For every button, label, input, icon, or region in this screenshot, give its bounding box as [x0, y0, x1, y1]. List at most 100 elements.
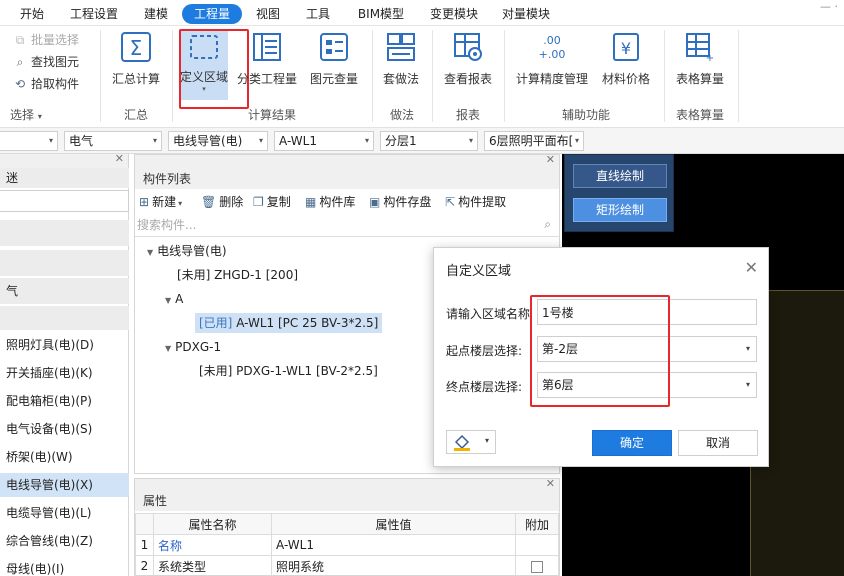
component-type-dropdown[interactable]: 电线导管(电) ▾: [168, 131, 268, 151]
component-library-button[interactable]: ▦ 构件库: [305, 193, 355, 211]
component-store-button[interactable]: ▣ 构件存盘: [369, 193, 431, 211]
drawing-dropdown[interactable]: 6层照明平面布[▾: [484, 131, 584, 151]
menu-project-settings[interactable]: 工程设置: [64, 4, 124, 24]
menu-start[interactable]: 开始: [12, 4, 52, 24]
close-icon[interactable]: ✕: [115, 152, 124, 165]
layer-dropdown[interactable]: 分层1 ▾: [380, 131, 478, 151]
input-highlight: [530, 295, 670, 407]
nav-electrical-group[interactable]: 气: [0, 278, 129, 304]
library-icon: ▦: [305, 195, 317, 209]
menu-change-module[interactable]: 变更模块: [424, 4, 484, 24]
svg-text:+.00: +.00: [539, 48, 566, 61]
apply-method-button[interactable]: 套做法: [380, 30, 422, 96]
menu-bim-model[interactable]: BIM模型: [350, 4, 412, 24]
trash-icon: 🗑: [201, 195, 217, 209]
table-header-index: [135, 513, 154, 535]
nav-item-busbar[interactable]: 母线(电)(I): [0, 557, 129, 576]
search-icon[interactable]: ⌕: [544, 217, 551, 232]
copy-component-button[interactable]: ❐ 复制: [253, 193, 291, 211]
pick-icon: ⟲: [14, 77, 26, 91]
precision-management-button[interactable]: .00 +.00 计算精度管理: [512, 30, 592, 96]
collapse-icon[interactable]: ▼: [165, 296, 171, 305]
rect-draw-button[interactable]: 矩形绘制: [573, 198, 667, 222]
tree-node-root[interactable]: ▼ 电线导管(电): [147, 241, 227, 261]
property-value[interactable]: A-WL1: [271, 534, 516, 556]
chevron-down-icon: ▾: [258, 136, 263, 145]
row-number: 2: [135, 555, 154, 576]
nav-item-cable-conduit[interactable]: 电缆导管(电)(L): [0, 501, 129, 525]
fill-color-button[interactable]: ▾: [446, 430, 496, 454]
confirm-button[interactable]: 确定: [592, 430, 672, 456]
new-icon: ⊞: [139, 195, 150, 209]
tree-node-pdxg-wl1[interactable]: [未用] PDXG-1-WL1 [BV-2*2.5]: [199, 361, 378, 381]
category-quantity-button[interactable]: 分类工程量: [236, 30, 298, 96]
tree-node-group-a[interactable]: ▼ A: [165, 289, 183, 309]
nav-item-switch-socket[interactable]: 开关插座(电)(K): [0, 361, 129, 385]
nav-item-lighting[interactable]: 照明灯具(电)(D): [0, 333, 129, 357]
nav-item-combined-pipeline[interactable]: 综合管线(电)(Z): [0, 529, 129, 553]
tree-node-pdxg[interactable]: ▼ PDXG-1: [165, 337, 221, 357]
menu-view[interactable]: 视图: [250, 4, 286, 24]
menu-modeling[interactable]: 建模: [136, 4, 176, 24]
panel-header: ✕: [0, 152, 128, 168]
extra-cell: [515, 555, 559, 576]
nav-item-cable-tray[interactable]: 桥架(电)(W): [0, 445, 129, 469]
table-row[interactable]: 1 名称 A-WL1: [135, 534, 559, 556]
nav-partial-header: 迷: [0, 168, 129, 188]
aux-group-label: 辅助功能: [562, 108, 611, 122]
pick-component-button[interactable]: ⟲ 拾取构件: [12, 74, 79, 94]
precision-icon: .00+.00: [539, 34, 566, 61]
material-price-button[interactable]: ¥ 材料价格: [598, 30, 654, 96]
divider: [100, 30, 101, 122]
nav-item-wire-conduit[interactable]: 电线导管(电)(X): [0, 473, 129, 497]
component-list-title: 构件列表: [135, 169, 559, 189]
component-search-bar: ⌕: [135, 215, 559, 237]
view-report-button[interactable]: 查看报表: [440, 30, 496, 96]
menu-quantity[interactable]: 工程量: [182, 4, 242, 24]
tree-node-awl1[interactable]: [已用] A-WL1 [PC 25 BV-3*2.5]: [195, 313, 383, 333]
new-component-button[interactable]: ⊞ 新建 ▾: [139, 193, 182, 211]
tree-node-zhgd[interactable]: [未用] ZHGD-1 [200]: [177, 265, 298, 285]
nav-group-row[interactable]: [0, 250, 129, 276]
divider: [172, 30, 173, 122]
collapse-icon[interactable]: ▼: [165, 344, 171, 353]
line-draw-button[interactable]: 直线绘制: [573, 164, 667, 188]
specialty-dropdown[interactable]: 电气 ▾: [64, 131, 162, 151]
discipline-dropdown[interactable]: ▾: [0, 131, 58, 151]
nav-group-row[interactable]: [0, 306, 129, 330]
component-dropdown[interactable]: A-WL1 ▾: [274, 131, 374, 151]
collapse-icon[interactable]: ▼: [147, 248, 153, 257]
nav-search-box[interactable]: [0, 190, 129, 212]
table-header-value: 属性值: [271, 513, 516, 535]
extra-checkbox[interactable]: [531, 560, 543, 573]
nav-item-electrical-equipment[interactable]: 电气设备(电)(S): [0, 417, 129, 441]
divider: [738, 30, 739, 122]
nav-item-distribution-box[interactable]: 配电箱柜(电)(P): [0, 389, 129, 413]
divider: [664, 30, 665, 122]
property-value[interactable]: 照明系统: [271, 555, 516, 576]
area-name-label: 请输入区域名称: [446, 307, 531, 321]
element-quantity-button[interactable]: 图元查量: [306, 30, 362, 96]
summary-calc-button[interactable]: Σ 汇总计算: [108, 30, 164, 96]
cancel-button[interactable]: 取消: [678, 430, 758, 456]
find-element-button[interactable]: ⌕ 查找图元: [12, 52, 79, 72]
component-search-input[interactable]: [135, 215, 515, 235]
table-group-label: 表格算量: [676, 108, 725, 122]
menu-tools[interactable]: 工具: [300, 4, 336, 24]
chevron-down-icon: ▾: [484, 436, 489, 445]
draw-mode-panel: 直线绘制 矩形绘制: [564, 154, 674, 232]
component-extract-button[interactable]: ⇱ 构件提取: [445, 193, 506, 211]
batch-select-button[interactable]: ⧉ 批量选择: [12, 30, 79, 50]
chevron-down-icon: ▾: [48, 136, 53, 145]
delete-component-button[interactable]: 🗑 删除: [201, 193, 243, 211]
nav-group-row[interactable]: [0, 220, 129, 246]
close-icon[interactable]: ✕: [546, 153, 555, 166]
divider: [504, 30, 505, 122]
close-icon[interactable]: ✕: [546, 477, 555, 490]
table-calc-button[interactable]: + 表格算量: [672, 30, 728, 96]
close-icon[interactable]: ✕: [745, 258, 758, 277]
dialog-title: 自定义区域: [446, 264, 512, 279]
table-row[interactable]: 2 系统类型 照明系统: [135, 555, 559, 576]
menu-compare-module[interactable]: 对量模块: [496, 4, 556, 24]
window-controls[interactable]: — ·: [820, 0, 838, 13]
